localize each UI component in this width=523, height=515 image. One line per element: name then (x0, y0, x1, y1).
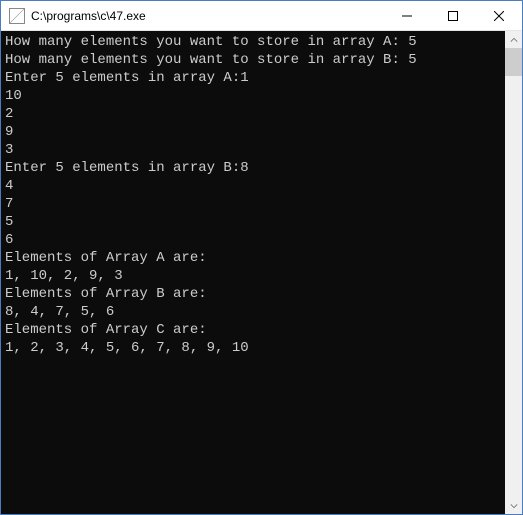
console-output[interactable]: How many elements you want to store in a… (1, 31, 505, 514)
console-line: How many elements you want to store in a… (5, 51, 501, 69)
console-line: Elements of Array A are: (5, 249, 501, 267)
console-line: How many elements you want to store in a… (5, 33, 501, 51)
window: C:\programs\c\47.exe How many elements y… (0, 0, 523, 515)
console-line: 4 (5, 177, 501, 195)
window-controls (384, 1, 522, 30)
console-line: 6 (5, 231, 501, 249)
console-line: 2 (5, 105, 501, 123)
titlebar[interactable]: C:\programs\c\47.exe (1, 1, 522, 31)
console-line: Enter 5 elements in array A:1 (5, 69, 501, 87)
console-line: Enter 5 elements in array B:8 (5, 159, 501, 177)
scroll-up-button[interactable] (505, 31, 522, 48)
maximize-button[interactable] (430, 1, 476, 30)
console-line: Elements of Array C are: (5, 321, 501, 339)
console-line: 10 (5, 87, 501, 105)
app-icon (9, 8, 25, 24)
console-area: How many elements you want to store in a… (1, 31, 522, 514)
scroll-down-button[interactable] (505, 497, 522, 514)
console-line: 1, 2, 3, 4, 5, 6, 7, 8, 9, 10 (5, 339, 501, 357)
console-line: Elements of Array B are: (5, 285, 501, 303)
window-title: C:\programs\c\47.exe (31, 9, 384, 23)
console-line: 1, 10, 2, 9, 3 (5, 267, 501, 285)
close-button[interactable] (476, 1, 522, 30)
console-line: 8, 4, 7, 5, 6 (5, 303, 501, 321)
minimize-button[interactable] (384, 1, 430, 30)
scroll-track[interactable] (505, 48, 522, 497)
console-line: 7 (5, 195, 501, 213)
console-line: 5 (5, 213, 501, 231)
console-line: 9 (5, 123, 501, 141)
vertical-scrollbar[interactable] (505, 31, 522, 514)
console-line: 3 (5, 141, 501, 159)
scroll-thumb[interactable] (505, 48, 522, 76)
